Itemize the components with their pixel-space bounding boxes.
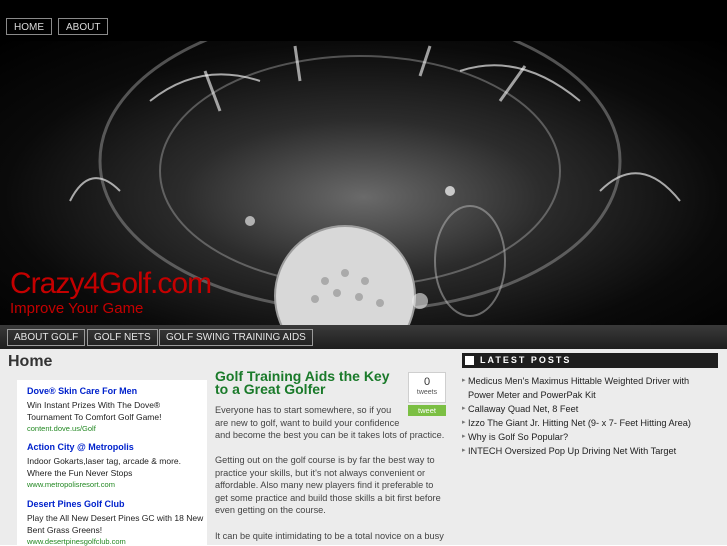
latest-post-link[interactable]: ▸ Callaway Quad Net, 8 Feet (462, 402, 722, 416)
latest-post-link[interactable]: ▸ INTECH Oversized Pop Up Driving Net Wi… (462, 444, 722, 458)
page-title: Home (8, 353, 53, 370)
site-tagline: Improve Your Game (10, 300, 144, 317)
ad-item[interactable]: Desert Pines Golf Club Play the All New … (27, 499, 209, 546)
ad-url[interactable]: www.metropolisresort.com (27, 480, 209, 489)
ad-line: Win Instant Prizes With The Dove® (27, 400, 161, 410)
paragraph-line: Everyone has to start somewhere, so if y… (215, 405, 392, 415)
nav-about-golf-link[interactable]: ABOUT GOLF (7, 329, 86, 346)
post-link-line[interactable]: INTECH Oversized Pop Up Driving Net With… (468, 444, 722, 458)
paragraph-line: get some practice and build those skills… (215, 492, 441, 503)
ad-item[interactable]: Dove® Skin Care For Men Win Instant Priz… (27, 386, 209, 433)
post-paragraph: It can be quite intimidating to be a tot… (215, 530, 447, 543)
nav-golf-swing-training-aids-link[interactable]: GOLF SWING TRAINING AIDS (159, 329, 313, 346)
arrow-right-icon: ▸ (462, 447, 466, 454)
category-nav: ABOUT GOLF GOLF NETS GOLF SWING TRAINING… (0, 325, 727, 349)
ad-title[interactable]: Dove® Skin Care For Men (27, 386, 209, 396)
post-link-line[interactable]: Power Meter and PowerPak Kit (468, 388, 722, 402)
latest-posts-list: ▸ Medicus Men's Maximus Hittable Weighte… (462, 374, 722, 458)
ad-item[interactable]: Action City @ Metropolis Indoor Gokarts,… (27, 442, 209, 489)
header-banner: Crazy4Golf.com Improve Your Game (0, 41, 727, 325)
ad-description: Indoor Gokarts,laser tag, arcade & more.… (27, 455, 209, 479)
post-title[interactable]: Golf Training Aids the Key to a Great Go… (215, 369, 405, 396)
ad-url[interactable]: content.dove.us/Golf (27, 424, 209, 433)
ad-line: Play the All New Desert Pines GC with 18… (27, 513, 204, 523)
nav-home-link[interactable]: HOME (6, 18, 52, 35)
arrow-right-icon: ▸ (462, 377, 466, 384)
post-link-line[interactable]: Why is Golf So Popular? (468, 430, 722, 444)
ad-description: Play the All New Desert Pines GC with 18… (27, 512, 209, 536)
post-paragraph: Getting out on the golf course is by far… (215, 454, 447, 517)
paragraph-line: practice your skills, but it's not alway… (215, 467, 426, 478)
ad-line: Where the Fun Never Stops (27, 468, 133, 478)
paragraph-line: Getting out on the golf course is by far… (215, 455, 435, 465)
ad-description: Win Instant Prizes With The Dove® Tourna… (27, 399, 209, 423)
paragraph-line: are new to golf, want to build your conf… (215, 417, 400, 428)
latest-post-link[interactable]: ▸ Izzo The Giant Jr. Hitting Net (9- x 7… (462, 416, 722, 430)
nav-about-link[interactable]: ABOUT (58, 18, 109, 35)
ad-line: Bent Grass Greens! (27, 525, 103, 535)
paragraph-line: It can be quite intimidating to be a tot… (215, 531, 444, 541)
ad-title[interactable]: Action City @ Metropolis (27, 442, 209, 452)
top-nav: HOME ABOUT (0, 0, 727, 41)
heading-square-icon (465, 356, 474, 365)
post-title-line[interactable]: to a Great Golfer (215, 382, 405, 396)
latest-post-link[interactable]: ▸ Why is Golf So Popular? (462, 430, 722, 444)
post-paragraph: Everyone has to start somewhere, so if y… (215, 404, 447, 442)
paragraph-line: even getting on the course. (215, 505, 326, 516)
latest-post-link[interactable]: ▸ Medicus Men's Maximus Hittable Weighte… (462, 374, 722, 402)
heading-text: LATEST POSTS (480, 355, 572, 365)
ad-block: Dove® Skin Care For Men Win Instant Priz… (17, 380, 209, 546)
tweet-count-label: tweets (416, 389, 438, 396)
latest-posts-heading: LATEST POSTS (462, 353, 718, 368)
post-link-line[interactable]: Medicus Men's Maximus Hittable Weighted … (468, 374, 722, 388)
tweet-count-box: 0 tweets (408, 372, 446, 403)
arrow-right-icon: ▸ (462, 433, 466, 440)
arrow-right-icon: ▸ (462, 419, 466, 426)
paragraph-line: affordable. Also many new players find i… (215, 480, 434, 491)
tweet-count: 0 (423, 376, 431, 388)
ad-line: Indoor Gokarts,laser tag, arcade & more. (27, 456, 182, 466)
ad-line: Tournament To Comfort Golf Game! (27, 412, 162, 422)
ad-title[interactable]: Desert Pines Golf Club (27, 499, 209, 509)
post-link-line[interactable]: Callaway Quad Net, 8 Feet (468, 402, 722, 416)
nav-golf-nets-link[interactable]: GOLF NETS (87, 329, 158, 346)
arrow-right-icon: ▸ (462, 405, 466, 412)
post-link-line[interactable]: Izzo The Giant Jr. Hitting Net (9- x 7- … (468, 416, 722, 430)
site-title[interactable]: Crazy4Golf.com (10, 267, 212, 301)
paragraph-line: and become the best you can be it takes … (215, 430, 445, 441)
